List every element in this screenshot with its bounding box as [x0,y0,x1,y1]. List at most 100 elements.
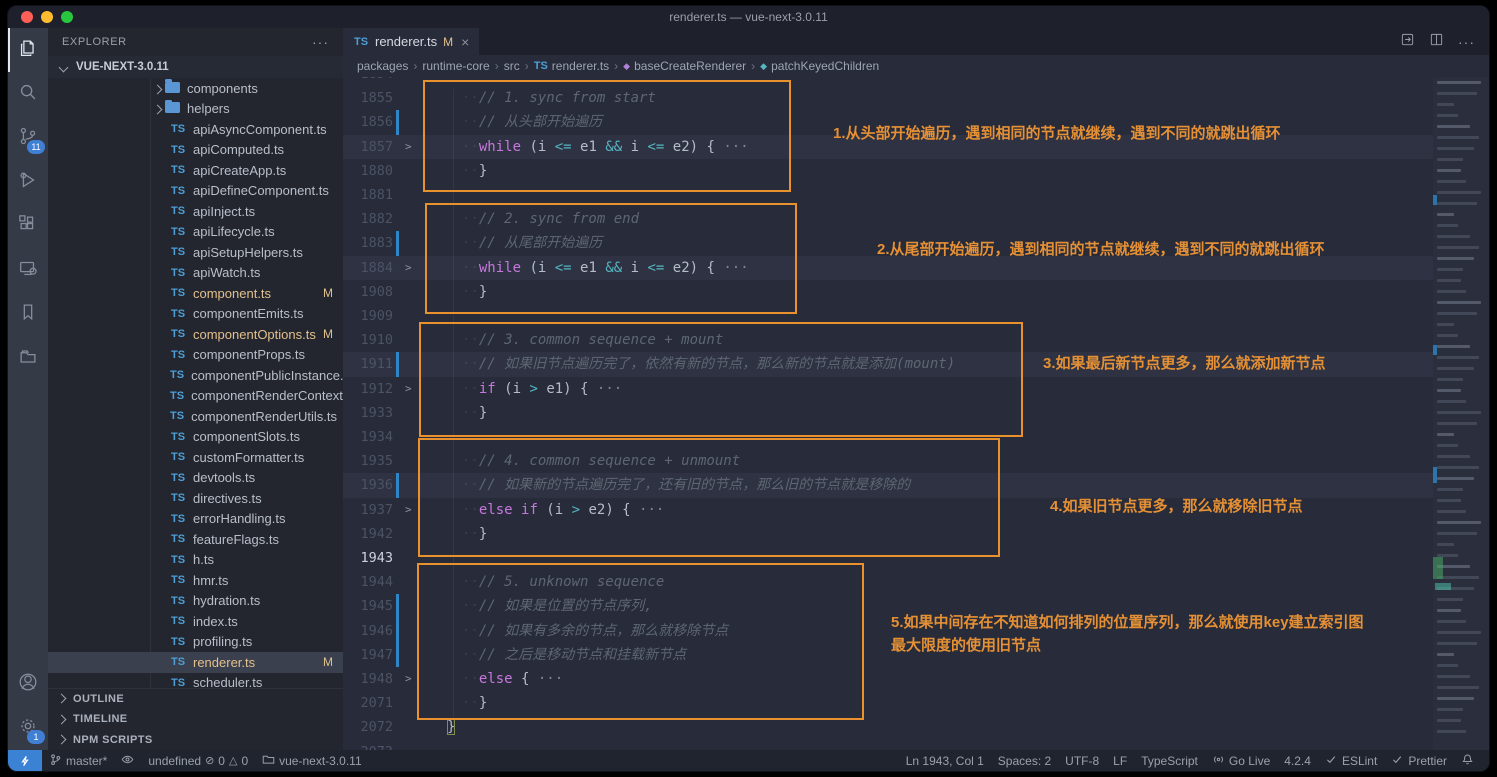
status-prettier[interactable]: Prettier [1384,750,1454,771]
status-eslint[interactable]: ESLint [1318,750,1384,771]
file-item-errorHandling.ts[interactable]: TSerrorHandling.ts [48,509,343,530]
fold-chevron-icon[interactable]: > [405,667,412,691]
file-item-hmr.ts[interactable]: TShmr.ts [48,570,343,591]
file-item-customFormatter.ts[interactable]: TScustomFormatter.ts [48,447,343,468]
line-number[interactable]: 1948 [343,667,393,691]
file-item-apiAsyncComponent.ts[interactable]: TSapiAsyncComponent.ts [48,119,343,140]
activity-item-account[interactable] [8,662,48,706]
file-item-profiling.ts[interactable]: TSprofiling.ts [48,632,343,653]
file-item-apiInject.ts[interactable]: TSapiInject.ts [48,201,343,222]
minimap[interactable] [1433,77,1489,750]
line-number[interactable]: 1880 [343,159,393,183]
split-editor-icon[interactable] [1429,32,1444,52]
line-number[interactable]: 1936 [343,473,393,497]
file-item-renderer.ts[interactable]: TSrenderer.tsM [48,652,343,673]
code-line-1943[interactable]: 1943 [343,546,1433,570]
remote-indicator[interactable] [8,750,42,771]
sidebar-section-timeline[interactable]: TIMELINE [48,709,343,730]
code-line-1884[interactable]: 1884>··while (i <= e1 && i <= e2) { ··· [343,256,1433,280]
activity-item-source-control[interactable]: 11 [8,116,48,160]
file-item-apiWatch.ts[interactable]: TSapiWatch.ts [48,263,343,284]
fold-chevron-icon[interactable]: > [405,256,412,280]
status-language-mode[interactable]: TypeScript [1134,750,1205,771]
code-line-1883[interactable]: 1883··// 从尾部开始遍历 [343,231,1433,255]
open-changes-icon[interactable] [1400,32,1415,52]
line-number[interactable]: 1944 [343,570,393,594]
file-item-apiCreateApp.ts[interactable]: TSapiCreateApp.ts [48,160,343,181]
line-number[interactable]: 1910 [343,328,393,352]
code-line-1881[interactable]: 1881 [343,183,1433,207]
line-number[interactable]: 1884 [343,256,393,280]
code-line-1948[interactable]: 1948>··else { ··· [343,667,1433,691]
file-item-componentOptions.ts[interactable]: TScomponentOptions.tsM [48,324,343,345]
explorer-more-actions-icon[interactable]: ··· [312,34,329,50]
line-number[interactable]: 1934 [343,425,393,449]
status-cursor-position[interactable]: Ln 1943, Col 1 [899,750,991,771]
status-git-branch[interactable]: master* [42,750,114,771]
code-line-2073[interactable]: 2073 [343,740,1433,750]
status-notifications[interactable] [1454,750,1481,771]
folder-item-components[interactable]: components [48,78,343,99]
line-number[interactable]: 1881 [343,183,393,207]
code-line-1942[interactable]: 1942··} [343,522,1433,546]
code-line-1946[interactable]: 1946··// 如果有多余的节点，那么就移除节点 [343,619,1433,643]
line-number[interactable]: 1854 [343,77,393,86]
file-item-hydration.ts[interactable]: TShydration.ts [48,591,343,612]
line-number[interactable]: 1909 [343,304,393,328]
fold-chevron-icon[interactable]: > [405,377,412,401]
line-number[interactable]: 1937 [343,498,393,522]
activity-item-bookmarks[interactable] [8,292,48,336]
line-number[interactable]: 1856 [343,110,393,134]
file-item-directives.ts[interactable]: TSdirectives.ts [48,488,343,509]
status-live-preview[interactable] [114,750,141,771]
line-number[interactable]: 1946 [343,619,393,643]
code-line-1933[interactable]: 1933··} [343,401,1433,425]
file-item-component.ts[interactable]: TScomponent.tsM [48,283,343,304]
line-number[interactable]: 1883 [343,231,393,255]
code-line-1909[interactable]: 1909 [343,304,1433,328]
tab-renderer-ts[interactable]: TS renderer.ts M × [343,28,479,55]
status-eol[interactable]: LF [1106,750,1134,771]
line-number[interactable]: 1882 [343,207,393,231]
file-item-featureFlags.ts[interactable]: TSfeatureFlags.ts [48,529,343,550]
fold-chevron-icon[interactable]: > [405,135,412,159]
status-go-live[interactable]: Go Live [1205,750,1277,771]
status-problems[interactable]: undefined⊘0△0 [141,750,255,771]
activity-item-run-debug[interactable] [8,160,48,204]
close-tab-icon[interactable]: × [461,34,469,50]
code-line-1912[interactable]: 1912>··if (i > e1) { ··· [343,377,1433,401]
line-number[interactable]: 1911 [343,352,393,376]
breadcrumb-runtime-core[interactable]: runtime-core [422,59,489,73]
file-item-apiComputed.ts[interactable]: TSapiComputed.ts [48,140,343,161]
code-line-1856[interactable]: 1856··// 从头部开始遍历 [343,110,1433,134]
breadcrumb-packages[interactable]: packages [357,59,408,73]
breadcrumb-src[interactable]: src [504,59,520,73]
status-version[interactable]: 4.2.4 [1277,750,1318,771]
file-item-index.ts[interactable]: TSindex.ts [48,611,343,632]
breadcrumb-renderer-ts[interactable]: TSrenderer.ts [534,59,609,73]
code-line-1854[interactable]: 1854 [343,77,1433,86]
activity-item-search[interactable] [8,72,48,116]
file-item-componentRenderContext.ts[interactable]: TScomponentRenderContext.ts [48,386,343,407]
code-line-1857[interactable]: 1857>··while (i <= e1 && i <= e2) { ··· [343,135,1433,159]
file-item-apiLifecycle.ts[interactable]: TSapiLifecycle.ts [48,222,343,243]
code-line-1944[interactable]: 1944··// 5. unknown sequence [343,570,1433,594]
file-item-componentProps.ts[interactable]: TScomponentProps.ts [48,345,343,366]
file-item-apiSetupHelpers.ts[interactable]: TSapiSetupHelpers.ts [48,242,343,263]
file-item-scheduler.ts[interactable]: TSscheduler.ts [48,673,343,688]
line-number[interactable]: 1855 [343,86,393,110]
code-line-1937[interactable]: 1937>··else if (i > e2) { ··· [343,498,1433,522]
file-item-componentEmits.ts[interactable]: TScomponentEmits.ts [48,304,343,325]
file-item-componentRenderUtils.ts[interactable]: TScomponentRenderUtils.ts [48,406,343,427]
folder-item-helpers[interactable]: helpers [48,99,343,120]
breadcrumb-baseCreateRenderer[interactable]: ◆baseCreateRenderer [623,59,746,73]
file-item-componentPublicInstance.ts[interactable]: TScomponentPublicInstance.ts [48,365,343,386]
line-number[interactable]: 2073 [343,740,393,750]
status-encoding[interactable]: UTF-8 [1058,750,1106,771]
code-line-1934[interactable]: 1934 [343,425,1433,449]
code-line-1880[interactable]: 1880··} [343,159,1433,183]
file-item-h.ts[interactable]: TSh.ts [48,550,343,571]
line-number[interactable]: 1935 [343,449,393,473]
code-line-1910[interactable]: 1910··// 3. common sequence + mount [343,328,1433,352]
editor-more-actions-icon[interactable]: ··· [1458,34,1475,50]
